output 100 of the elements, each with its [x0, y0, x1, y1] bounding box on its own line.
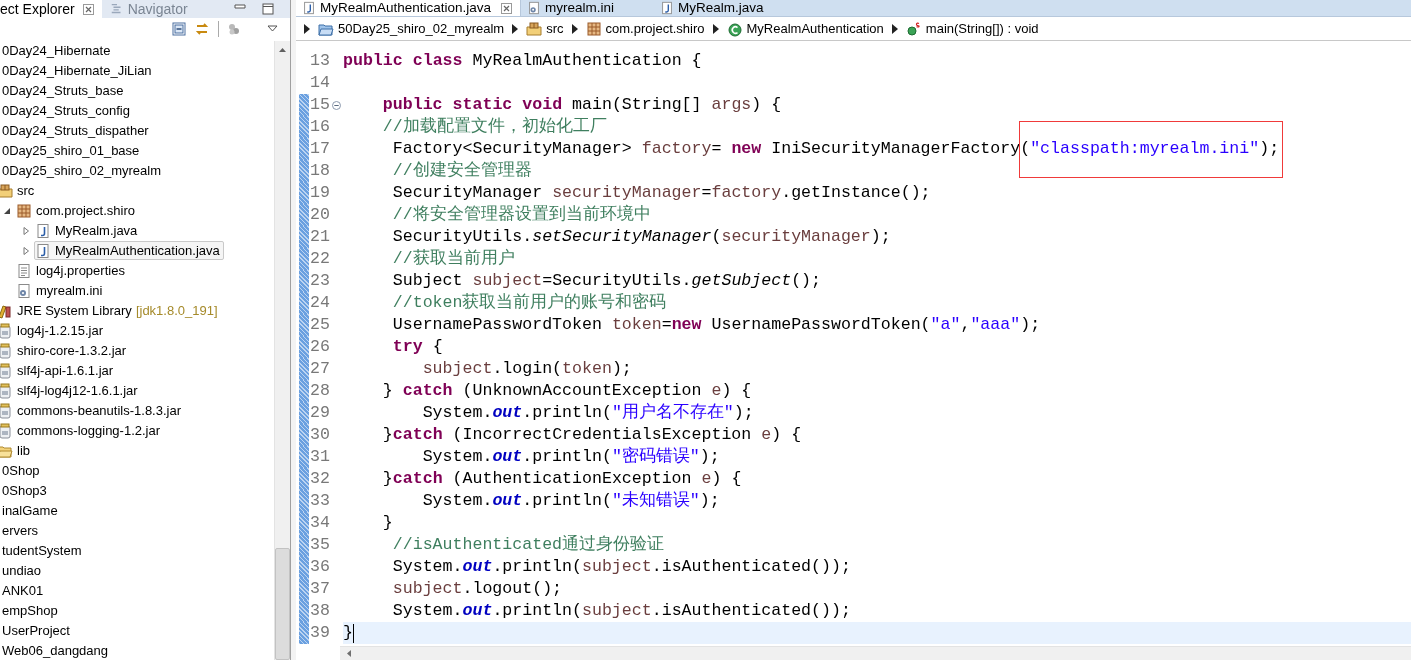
code-line: //将安全管理器设置到当前环境中 — [391, 204, 651, 226]
scroll-up-icon[interactable] — [278, 46, 287, 53]
tree-item[interactable]: 0Day24_Struts_config — [1, 101, 134, 121]
line-number: 19 — [309, 182, 330, 204]
jar-icon — [0, 342, 13, 359]
line-number: 17 — [309, 138, 330, 160]
breadcrumb-item[interactable]: MyRealmAuthentication — [726, 18, 884, 39]
tree-item[interactable]: 0Day24_Hibernate_JiLian — [1, 61, 156, 81]
filter-icon[interactable] — [227, 22, 241, 37]
code-line: }catch (AuthenticationException e) { — [381, 468, 742, 490]
tree-item[interactable]: shiro-core-1.3.2.jar — [0, 341, 131, 361]
tree-item[interactable]: Web06_dangdang — [1, 641, 113, 660]
tree-item[interactable]: 0Shop3 — [1, 481, 51, 501]
tree-item[interactable]: empShop — [1, 601, 62, 621]
jar-icon — [0, 402, 13, 419]
code-line: } — [343, 622, 353, 644]
tree-item[interactable]: slf4j-log4j12-1.6.1.jar — [0, 381, 142, 401]
code-line: //加载配置文件，初始化工厂 — [381, 116, 607, 138]
line-number: 31 — [309, 446, 330, 468]
code-line: try { — [391, 336, 443, 358]
line-number: 32 — [309, 468, 330, 490]
code-line: //创建安全管理器 — [391, 160, 532, 182]
code-line: Factory<SecurityManager> factory= new IniSecurityManagerFactory("classpath:myrealm.ini"); — [343, 138, 1280, 160]
tree-item[interactable]: JRE System Library [jdk1.8.0_191] — [0, 301, 222, 321]
scrollbar-thumb[interactable] — [275, 548, 290, 660]
line-number: 39 — [309, 622, 330, 644]
line-number: 26 — [309, 336, 330, 358]
tree-item[interactable]: myrealm.ini — [15, 281, 107, 301]
editor-tab[interactable]: myrealm.ini — [521, 0, 655, 16]
code-line: UsernamePasswordToken token=new UsernamePasswordToken("a","aaa"); — [391, 314, 1041, 336]
breadcrumb-item[interactable]: 50Day25_shiro_02_myrealm — [318, 18, 505, 39]
editor-tab[interactable]: MyRealmAuthentication.java — [296, 0, 522, 16]
tree-item[interactable]: src — [0, 181, 39, 201]
horizontal-scrollbar[interactable] — [340, 646, 1411, 660]
code-line: public static void main(String[] args) { — [381, 94, 782, 116]
tree-item[interactable]: commons-logging-1.2.jar — [0, 421, 165, 441]
line-number: 23 — [309, 270, 330, 292]
line-number: 30 — [309, 424, 330, 446]
text-file-icon — [16, 262, 32, 279]
tree-item[interactable]: 0Day24_Hibernate — [1, 41, 115, 61]
close-icon[interactable] — [501, 2, 513, 14]
tree-item[interactable]: log4j-1.2.15.jar — [0, 321, 107, 341]
line-number: 27 — [309, 358, 330, 380]
tree-item[interactable]: lib — [0, 441, 34, 461]
vertical-scrollbar[interactable] — [274, 40, 290, 660]
line-number: 14 — [309, 72, 330, 94]
close-icon[interactable] — [82, 3, 94, 15]
tree-item[interactable]: 0Day24_Struts_dispather — [1, 121, 153, 141]
method-icon — [905, 20, 922, 37]
text-cursor — [352, 623, 354, 643]
tree-item[interactable]: 0Day25_shiro_01_base — [1, 141, 144, 161]
java-file-icon — [35, 242, 51, 259]
code-line: SecurityUtils.setSecurityManager(securityManager); — [391, 226, 891, 248]
maximize-icon[interactable] — [262, 3, 274, 15]
tree-item[interactable]: MyRealm.java — [34, 221, 142, 241]
tree-item[interactable]: commons-beanutils-1.8.3.jar — [0, 401, 186, 421]
line-number: 22 — [309, 248, 330, 270]
line-number: 28 — [309, 380, 330, 402]
chevron-right-icon — [571, 23, 578, 34]
line-number: 36 — [309, 556, 330, 578]
line-number: 37 — [309, 578, 330, 600]
breadcrumb-item[interactable]: com.project.shiro — [585, 18, 705, 39]
jar-icon — [0, 322, 13, 339]
class-icon — [726, 20, 743, 37]
tree-item[interactable]: ANK01 — [1, 581, 48, 601]
tree-item[interactable]: MyRealmAuthentication.java — [34, 241, 224, 261]
line-number: 33 — [309, 490, 330, 512]
view-menu-icon[interactable] — [267, 25, 278, 34]
tree-item[interactable]: com.project.shiro — [15, 201, 139, 221]
chevron-right-icon — [712, 23, 719, 34]
chevron-right-icon — [891, 23, 898, 34]
breadcrumb-item[interactable]: main(String[]) : void — [905, 18, 1039, 39]
line-number: 25 — [309, 314, 330, 336]
tree-item[interactable]: inalGame — [1, 501, 62, 521]
tree-item[interactable]: UserProject — [1, 621, 74, 641]
collapse-all-icon[interactable] — [172, 22, 186, 37]
code-line: public class MyRealmAuthentication { — [343, 50, 702, 72]
tree-item[interactable]: undiao — [1, 561, 46, 581]
collapse-icon[interactable] — [332, 100, 341, 110]
package-icon — [585, 20, 602, 37]
line-number: 15 — [309, 94, 330, 116]
settings-file-icon — [16, 282, 32, 299]
breadcrumb-item[interactable]: src — [526, 18, 564, 39]
tree-item[interactable]: 0Day24_Struts_base — [1, 81, 128, 101]
tree-item[interactable]: slf4j-api-1.6.1.jar — [0, 361, 118, 381]
editor-tab[interactable]: MyRealm.java — [654, 0, 804, 16]
view-tab[interactable]: ect Explorer — [0, 0, 102, 18]
code-line: Subject subject=SecurityUtils.getSubject(); — [391, 270, 821, 292]
tree-item[interactable]: 0Shop — [1, 461, 44, 481]
line-number: 34 — [309, 512, 330, 534]
tree-item[interactable]: log4j.properties — [15, 261, 129, 281]
code-line: System.out.println("密码错误"); — [421, 446, 720, 468]
chevron-right-icon — [512, 23, 519, 34]
code-line: System.out.println(subject.isAuthenticated()); — [391, 556, 851, 578]
scroll-left-icon[interactable] — [346, 649, 352, 658]
tree-item[interactable]: tudentSystem — [1, 541, 86, 561]
tree-item[interactable]: ervers — [1, 521, 43, 541]
navigator-icon — [109, 2, 124, 16]
java-file-icon — [35, 222, 51, 239]
tree-item[interactable]: 0Day25_shiro_02_myrealm — [1, 161, 165, 181]
